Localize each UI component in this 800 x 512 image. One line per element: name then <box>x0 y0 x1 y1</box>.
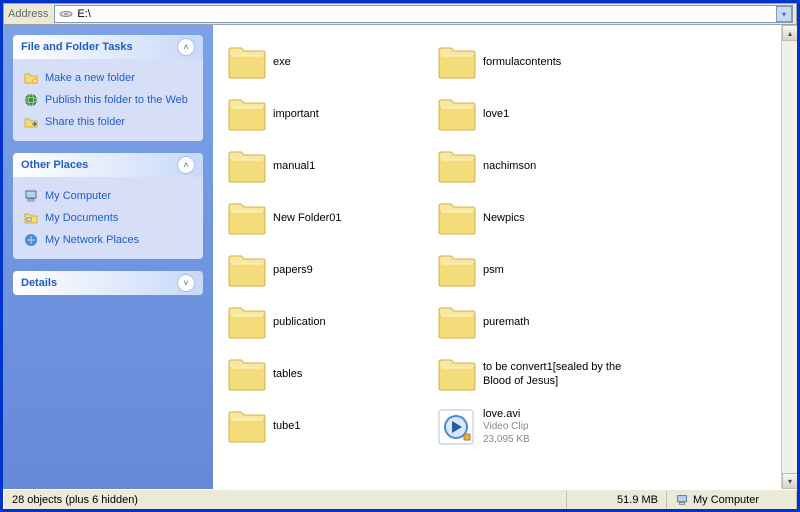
sidebar-link[interactable]: Publish this folder to the Web <box>23 89 193 111</box>
sidebar-link[interactable]: Share this folder <box>23 111 193 133</box>
address-dropdown[interactable]: ▾ <box>776 6 792 22</box>
panel-body: Make a new folder Publish this folder to … <box>13 59 203 141</box>
item-label: tables <box>273 368 302 382</box>
item-label: important <box>273 108 319 122</box>
folder-icon <box>225 146 267 188</box>
link-label: My Documents <box>45 212 193 224</box>
folder-icon <box>225 302 267 344</box>
item-label: New Folder01 <box>273 212 341 226</box>
sidebar-panel: Details ˅ <box>13 271 203 295</box>
folder-icon <box>435 198 477 240</box>
folder-item[interactable]: papers9 <box>223 245 433 297</box>
item-label: manual1 <box>273 160 315 174</box>
drive-icon <box>58 6 74 22</box>
video-icon <box>435 406 477 448</box>
folder-icon <box>435 94 477 136</box>
globe-icon <box>23 92 39 108</box>
link-label: My Computer <box>45 190 193 202</box>
folder-item[interactable]: manual1 <box>223 141 433 193</box>
panel-title: File and Folder Tasks <box>21 41 133 53</box>
status-bar: 28 objects (plus 6 hidden) 51.9 MB My Co… <box>3 489 797 509</box>
folder-icon <box>435 250 477 292</box>
folder-item[interactable]: to be convert1[sealed by the Blood of Je… <box>433 349 683 401</box>
status-size: 51.9 MB <box>567 491 667 509</box>
collapse-button[interactable]: ˅ <box>177 274 195 292</box>
folder-icon <box>225 94 267 136</box>
item-label: nachimson <box>483 160 536 174</box>
item-label: to be convert1[sealed by the Blood of Je… <box>483 361 643 389</box>
folder-icon <box>435 146 477 188</box>
link-label: Share this folder <box>45 116 193 128</box>
file-item[interactable]: love.aviVideo Clip23,095 KB <box>433 401 683 453</box>
scrollbar-vertical[interactable]: ▴ ▾ <box>781 25 797 489</box>
folder-item[interactable]: Newpics <box>433 193 683 245</box>
share-icon <box>23 114 39 130</box>
folder-item[interactable]: psm <box>433 245 683 297</box>
sidebar-link[interactable]: My Documents <box>23 207 193 229</box>
task-sidebar: File and Folder Tasks ˄ Make a new folder P… <box>3 25 213 489</box>
item-label: exe <box>273 56 291 70</box>
folder-item[interactable]: tables <box>223 349 433 401</box>
item-label: formulacontents <box>483 56 561 70</box>
sidebar-panel: Other Places ˄ My Computer My Documents My N… <box>13 153 203 259</box>
docs-icon <box>23 210 39 226</box>
link-label: Publish this folder to the Web <box>45 94 193 106</box>
collapse-button[interactable]: ˄ <box>177 38 195 56</box>
panel-body: My Computer My Documents My Network Places <box>13 177 203 259</box>
folder-icon <box>225 42 267 84</box>
folder-item[interactable]: formulacontents <box>433 37 683 89</box>
link-label: Make a new folder <box>45 72 193 84</box>
item-label: psm <box>483 264 504 278</box>
sidebar-link[interactable]: My Network Places <box>23 229 193 251</box>
folder-icon <box>225 354 267 396</box>
status-objects: 28 objects (plus 6 hidden) <box>3 491 567 509</box>
panel-header[interactable]: Other Places ˄ <box>13 153 203 177</box>
link-label: My Network Places <box>45 234 193 246</box>
folder-item[interactable]: important <box>223 89 433 141</box>
sidebar-link[interactable]: My Computer <box>23 185 193 207</box>
collapse-button[interactable]: ˄ <box>177 156 195 174</box>
folder-icon <box>435 302 477 344</box>
item-label: papers9 <box>273 264 313 278</box>
computer-icon <box>23 188 39 204</box>
item-label: Newpics <box>483 212 525 226</box>
item-label: publication <box>273 316 326 330</box>
sidebar-link[interactable]: Make a new folder <box>23 67 193 89</box>
network-icon <box>23 232 39 248</box>
folder-item[interactable]: New Folder01 <box>223 193 433 245</box>
folder-icon <box>435 42 477 84</box>
folder-icon <box>225 198 267 240</box>
address-label: Address <box>4 8 54 20</box>
folder-item[interactable]: love1 <box>433 89 683 141</box>
panel-title: Details <box>21 277 57 289</box>
status-location: My Computer <box>667 491 797 509</box>
folder-new-icon <box>23 70 39 86</box>
item-label: puremath <box>483 316 529 330</box>
folder-item[interactable]: tube1 <box>223 401 433 453</box>
content-area: exe formulacontents important love1 manual1 n… <box>213 25 797 489</box>
folder-item[interactable]: publication <box>223 297 433 349</box>
folder-item[interactable]: exe <box>223 37 433 89</box>
address-bar: Address E:\ ▾ <box>3 3 797 25</box>
panel-header[interactable]: File and Folder Tasks ˄ <box>13 35 203 59</box>
folder-item[interactable]: puremath <box>433 297 683 349</box>
sidebar-panel: File and Folder Tasks ˄ Make a new folder P… <box>13 35 203 141</box>
item-label: tube1 <box>273 420 301 434</box>
address-value: E:\ <box>77 8 90 20</box>
item-label: love1 <box>483 108 509 122</box>
panel-header[interactable]: Details ˅ <box>13 271 203 295</box>
folder-icon <box>435 354 477 396</box>
scroll-up-button[interactable]: ▴ <box>782 25 797 41</box>
folder-item[interactable]: nachimson <box>433 141 683 193</box>
folder-icon <box>225 250 267 292</box>
scroll-down-button[interactable]: ▾ <box>782 473 797 489</box>
panel-title: Other Places <box>21 159 88 171</box>
item-label: love.aviVideo Clip23,095 KB <box>483 408 530 447</box>
computer-icon <box>675 493 689 507</box>
address-field[interactable]: E:\ ▾ <box>54 5 793 23</box>
folder-icon <box>225 406 267 448</box>
icon-grid: exe formulacontents important love1 manual1 n… <box>213 25 797 465</box>
